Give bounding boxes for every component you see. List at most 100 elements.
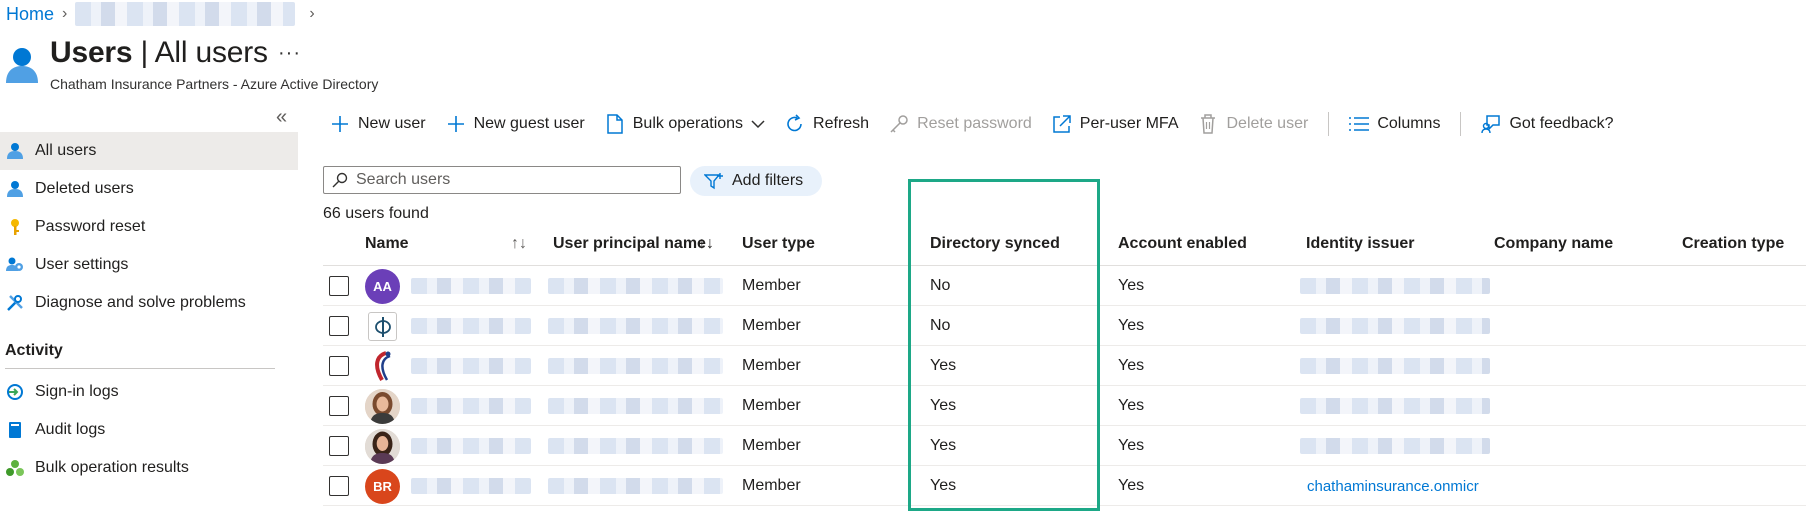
refresh-button[interactable]: Refresh [785,114,869,134]
row-checkbox[interactable] [329,276,349,296]
key-icon [5,217,25,237]
new-user-button[interactable]: New user [330,114,426,134]
search-box[interactable] [323,166,681,194]
users-found-count: 66 users found [323,205,429,222]
columns-button[interactable]: Columns [1349,114,1440,134]
sidebar-section-activity: Activity [5,342,63,359]
search-input[interactable] [356,171,656,189]
redacted-upn [548,278,723,294]
search-icon [332,172,348,188]
delete-user-button[interactable]: Delete user [1198,114,1308,134]
redacted-name[interactable] [411,398,531,414]
row-checkbox[interactable] [329,356,349,376]
row-checkbox[interactable] [329,316,349,336]
sign-in-icon [5,382,25,402]
users-icon [6,48,38,83]
column-header-account-enabled[interactable]: Account enabled [1118,235,1247,253]
sidebar-item-all-users[interactable]: All users [0,132,298,170]
redacted-name[interactable] [411,478,531,494]
redacted-name[interactable] [411,358,531,374]
collapse-sidebar-button[interactable]: « [276,106,287,129]
avatar: AA [365,269,400,304]
breadcrumb-home-link[interactable]: Home [6,4,54,25]
sidebar-item-bulk-operation-results[interactable]: Bulk operation results [0,449,298,487]
redacted-name[interactable] [411,318,531,334]
per-user-mfa-button[interactable]: Per-user MFA [1052,114,1178,134]
page-subtitle: Chatham Insurance Partners - Azure Activ… [50,76,379,92]
sidebar-item-diagnose[interactable]: Diagnose and solve problems [0,284,298,322]
double-chevron-left-icon: « [276,106,288,128]
sidebar-item-label: Password reset [35,218,146,235]
page-title-rest: | All users [132,36,269,69]
column-header-company-name[interactable]: Company name [1494,235,1613,253]
redacted-upn [548,478,723,494]
user-settings-icon [5,255,25,275]
column-header-user-type[interactable]: User type [742,235,815,253]
new-guest-user-button[interactable]: New guest user [446,114,585,134]
key-icon [889,114,909,134]
column-header-identity-issuer[interactable]: Identity issuer [1306,235,1414,253]
redacted-name[interactable] [411,438,531,454]
toolbar-divider [1460,112,1462,136]
reset-password-button[interactable]: Reset password [889,114,1032,134]
breadcrumb: Home › › [6,2,323,26]
sidebar-item-user-settings[interactable]: User settings [0,246,298,284]
columns-label: Columns [1377,115,1441,132]
filter-add-icon [704,172,724,190]
avatar: BR [365,469,400,504]
account-enabled-cell: Yes [1118,437,1145,454]
redacted-upn [548,438,723,454]
sort-icon[interactable]: ↑↓ [698,235,714,253]
sidebar-item-sign-in-logs[interactable]: Sign-in logs [0,373,298,411]
redacted-name[interactable] [411,278,531,294]
user-type-cell: Member [742,477,801,494]
account-enabled-cell: Yes [1118,277,1145,294]
chevron-right-icon: › [309,5,315,22]
redacted-upn [548,318,723,334]
sidebar-item-audit-logs[interactable]: Audit logs [0,411,298,449]
sidebar-divider [5,368,275,369]
sidebar: All users Deleted users Password reset U… [0,132,298,487]
user-type-cell: Member [742,277,801,294]
bulk-operations-button[interactable]: Bulk operations [605,114,765,134]
column-header-upn[interactable]: User principal name [553,235,706,253]
row-checkbox[interactable] [329,396,349,416]
user-icon [5,141,25,161]
row-checkbox[interactable] [329,476,349,496]
column-header-name[interactable]: Name [365,235,409,253]
account-enabled-cell: Yes [1118,317,1145,334]
user-type-cell: Member [742,357,801,374]
sidebar-item-label: Bulk operation results [35,459,189,476]
redacted-upn [548,398,723,414]
photo-avatar [365,389,400,424]
sidebar-item-password-reset[interactable]: Password reset [0,208,298,246]
sidebar-item-label: Sign-in logs [35,383,119,400]
account-enabled-cell: Yes [1118,477,1145,494]
redacted-issuer [1300,318,1490,334]
sidebar-item-label: Deleted users [35,180,134,197]
row-checkbox[interactable] [329,436,349,456]
directory-synced-highlight [908,179,1100,511]
new-user-label: New user [358,115,426,132]
column-header-creation-type[interactable]: Creation type [1682,235,1784,253]
user-type-cell: Member [742,317,801,334]
chevron-down-icon [751,119,765,129]
redacted-upn [548,358,723,374]
book-icon [5,420,25,440]
sidebar-item-label: All users [35,142,97,159]
ribbon-logo-avatar [365,349,400,384]
external-link-icon [1052,114,1072,134]
sidebar-item-deleted-users[interactable]: Deleted users [0,170,298,208]
add-filters-button[interactable]: Add filters [690,166,822,196]
breadcrumb-redacted[interactable] [75,2,296,26]
reset-password-label: Reset password [917,115,1032,132]
plus-icon [446,114,466,134]
got-feedback-button[interactable]: Got feedback? [1481,114,1614,134]
more-options-button[interactable]: ··· [278,42,301,65]
sort-icon[interactable]: ↑↓ [511,235,527,253]
user-type-cell: Member [742,437,801,454]
sidebar-item-label: Diagnose and solve problems [35,294,246,311]
trash-icon [1198,114,1218,134]
identity-issuer-cell: chathaminsurance.onmicr [1307,477,1479,495]
columns-icon [1349,114,1370,134]
